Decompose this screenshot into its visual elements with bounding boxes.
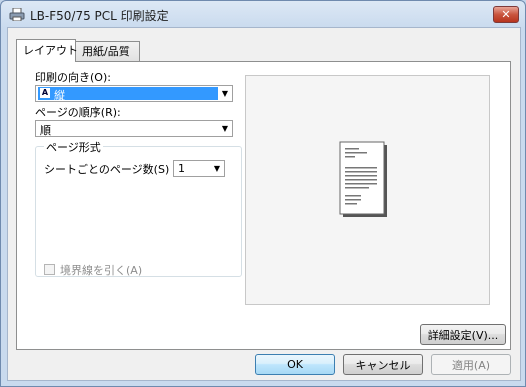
page-order-value: 順 [40, 124, 51, 137]
close-button[interactable]: ✕ [493, 6, 519, 23]
advanced-settings-button[interactable]: 詳細設定(V)... [420, 324, 506, 345]
layout-preview [245, 75, 490, 305]
cancel-button[interactable]: キャンセル [343, 354, 423, 375]
draw-borders-label: 境界線を引く(A) [60, 264, 143, 277]
chevron-down-icon: ▼ [221, 124, 228, 133]
pages-per-sheet-value: 1 [178, 162, 185, 175]
apply-button[interactable]: 適用(A) [431, 354, 511, 375]
close-icon: ✕ [501, 8, 511, 21]
pages-per-sheet-select[interactable]: 1 ▼ [173, 160, 225, 177]
chevron-down-icon: ▼ [213, 164, 220, 173]
chevron-down-icon: ▼ [221, 89, 228, 98]
title-bar: LB-F50/75 PCL 印刷設定 ✕ [1, 1, 525, 27]
printer-icon [9, 8, 25, 21]
portrait-icon: A [40, 88, 50, 98]
page-order-select[interactable]: 順 ▼ [35, 120, 233, 137]
tab-paper-quality[interactable]: 用紙/品質 [76, 41, 140, 61]
layout-tab-panel: 印刷の向き(O): A 縦 ▼ ページの順序(R): 順 ▼ ページ形式 シート… [16, 61, 511, 350]
page-format-group: ページ形式 シートごとのページ数(S) 1 ▼ 境界線を引く(A) [35, 139, 242, 277]
pages-per-sheet-label: シートごとのページ数(S) [44, 163, 170, 176]
page-preview-icon [339, 141, 387, 217]
tab-layout[interactable]: レイアウト [16, 39, 78, 62]
dialog-body: レイアウト 用紙/品質 印刷の向き(O): A 縦 ▼ ページの順序(R): 順… [7, 27, 521, 381]
page-order-label: ページの順序(R): [35, 106, 121, 119]
orientation-label: 印刷の向き(O): [35, 71, 111, 84]
ok-button[interactable]: OK [255, 354, 335, 375]
orientation-selected: A 縦 [38, 87, 218, 102]
window-title: LB-F50/75 PCL 印刷設定 [30, 9, 169, 23]
orientation-select[interactable]: A 縦 ▼ [35, 85, 233, 102]
page-format-title: ページ形式 [44, 139, 103, 155]
print-settings-dialog: LB-F50/75 PCL 印刷設定 ✕ レイアウト 用紙/品質 印刷の向き(O… [0, 0, 526, 387]
orientation-value: 縦 [54, 89, 65, 102]
draw-borders-checkbox[interactable] [44, 264, 55, 275]
